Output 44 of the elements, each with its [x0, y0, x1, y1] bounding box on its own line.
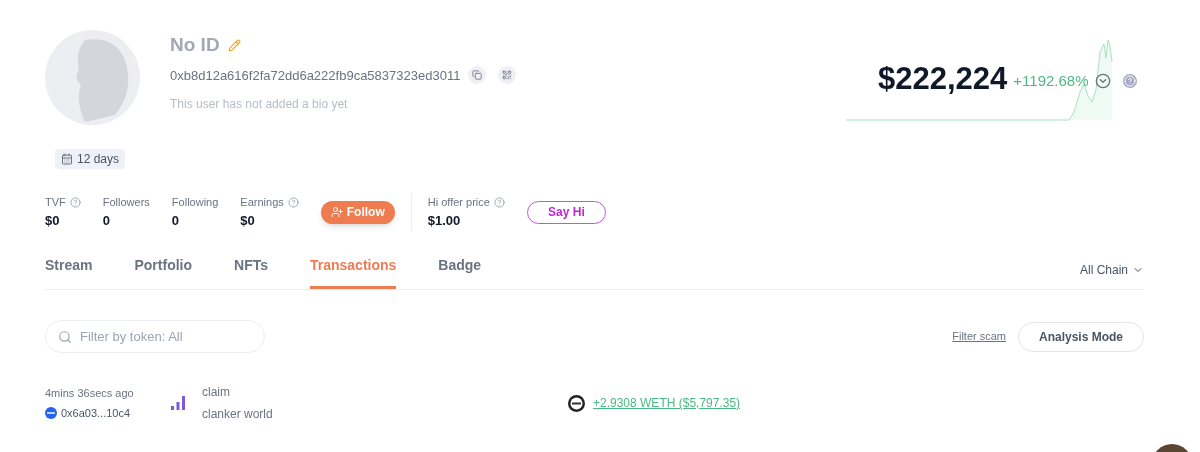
dropdown-icon[interactable] — [1094, 73, 1111, 90]
tab[interactable]: NFTs — [234, 255, 268, 289]
tab[interactable]: Transactions — [310, 255, 397, 289]
search-field[interactable]: Filter by token: All — [45, 320, 265, 353]
stat-value: 0 — [102, 211, 111, 230]
chain-dropdown[interactable]: All Chain — [1079, 261, 1144, 289]
follow-button[interactable]: Follow — [320, 200, 395, 224]
project-name: clanker world — [202, 406, 274, 423]
transaction-action: claim — [202, 384, 231, 401]
from-address[interactable]: 0x6a03...10c4 — [61, 405, 131, 422]
bio-text: This user has not added a bio yet — [170, 96, 349, 113]
token-icon — [568, 394, 585, 412]
token-amount-link[interactable]: +2.9308 WETH ($5,797.35) — [593, 394, 741, 412]
stat-label: Followers — [102, 195, 150, 210]
stat-label: TVF — [45, 195, 66, 210]
transaction-time: 4mins 36secs ago — [45, 385, 135, 401]
stat-value: $0 — [240, 211, 256, 230]
edit-icon[interactable] — [227, 38, 241, 52]
stat-label: Earnings — [240, 195, 284, 210]
stat-label: Hi offer price — [427, 195, 490, 210]
portfolio-value: $222,224 — [878, 60, 1008, 98]
help-icon[interactable] — [1122, 74, 1137, 89]
stat-label: Following — [171, 195, 219, 210]
wallet-address: 0xb8d12a616f2fa72dd6a222fb9ca5837323ed3011 — [170, 66, 461, 85]
user-plus-icon — [330, 206, 343, 218]
help-icon[interactable] — [287, 196, 299, 208]
account-age-badge: 12 days — [55, 149, 126, 169]
stat-value: $1.00 — [427, 211, 462, 230]
help-icon[interactable] — [493, 196, 505, 208]
chain-icon — [45, 407, 57, 420]
say-hi-button[interactable]: Say Hi — [526, 200, 606, 224]
profile-name: No ID — [170, 33, 220, 57]
tab[interactable]: Portfolio — [134, 255, 192, 289]
filter-scam-link[interactable]: Filter scam — [952, 328, 1006, 345]
qr-code-icon[interactable] — [498, 66, 517, 85]
tab[interactable]: Badge — [438, 255, 482, 289]
stat-value: 0 — [171, 211, 181, 230]
stat-value: $0 — [45, 211, 61, 230]
search-icon — [58, 330, 72, 344]
value-change: +1192.68% — [1013, 71, 1089, 91]
copy-icon[interactable] — [468, 66, 487, 85]
bar-chart-icon — [170, 395, 186, 411]
help-icon[interactable] — [69, 196, 81, 208]
tab[interactable]: Stream — [45, 255, 93, 289]
